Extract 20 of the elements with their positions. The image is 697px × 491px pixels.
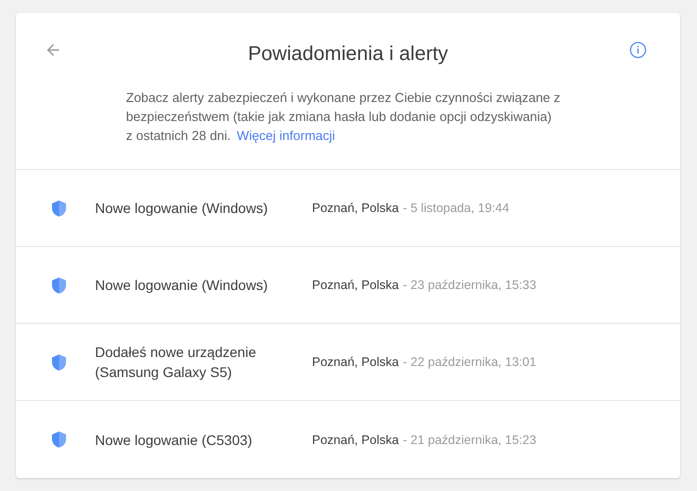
event-time: - 22 października, 13:01: [402, 355, 536, 369]
event-title: Nowe logowanie (Windows): [95, 276, 269, 295]
event-location: Poznań, Polska: [312, 278, 399, 292]
more-info-link[interactable]: Więcej informacji: [236, 128, 336, 143]
shield-icon: [51, 200, 67, 216]
info-icon[interactable]: [629, 41, 647, 59]
event-time: - 23 października, 15:33: [402, 278, 536, 292]
event-title: Nowe logowanie (Windows): [95, 199, 269, 218]
event-location: Poznań, Polska: [312, 355, 399, 369]
shield-icon: [51, 354, 67, 370]
event-title: Nowe logowanie (C5303): [95, 430, 254, 450]
shield-icon: [51, 431, 67, 448]
shield-icon: [51, 276, 67, 294]
event-location: Poznań, Polska: [312, 201, 399, 215]
event-time: - 21 października, 15:23: [402, 432, 536, 446]
page-title: Powiadomienia i alerty: [248, 43, 448, 66]
event-location: Poznań, Polska: [312, 432, 399, 446]
event-time: - 5 listopada, 19:44: [402, 201, 510, 215]
event-title: Dodałeś nowe urządzenie (Samsung Galaxy S5): [95, 343, 258, 382]
description-text: Zobacz alerty zabezpieczeń i wykonane przez Ciebie czynności związane z bezpieczeństwem (takie jak zmiana hasła lub dodanie opcji odzyskiwania) z ostatnich 28 dni. Więcej informacji: [126, 89, 561, 145]
